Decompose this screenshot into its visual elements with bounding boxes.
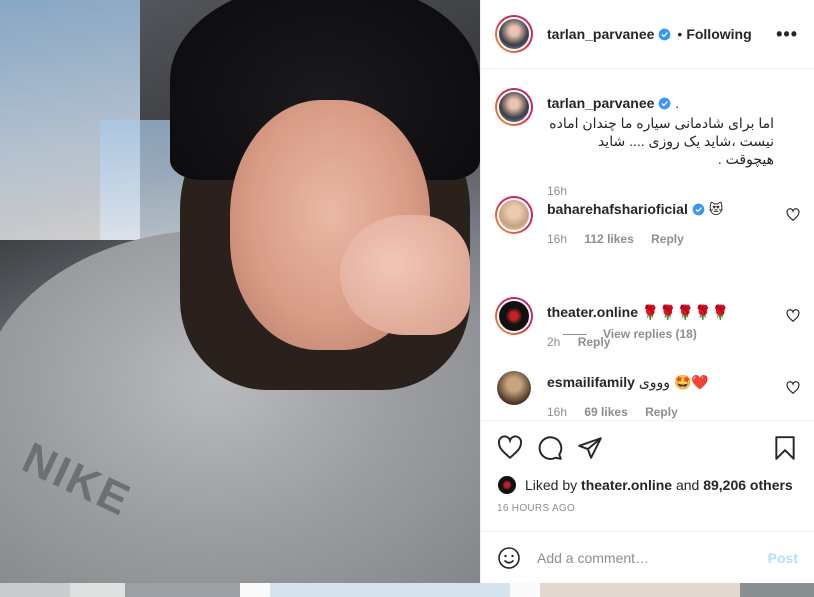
heart-icon[interactable] <box>497 435 523 461</box>
avatar[interactable] <box>495 196 533 234</box>
more-icon[interactable]: ••• <box>776 24 798 45</box>
add-comment-bar: Post <box>481 531 814 583</box>
verified-icon <box>692 203 705 216</box>
verified-icon <box>659 28 671 40</box>
comment-text: 😻 <box>708 201 724 217</box>
next-posts-strip <box>0 583 814 597</box>
post-sidebar: tarlan_parvanee • Following ••• tarlan_p… <box>480 0 814 583</box>
action-bar <box>481 421 814 475</box>
like-comment-heart-icon[interactable] <box>786 309 800 323</box>
reply-button[interactable]: Reply <box>651 232 684 246</box>
comment-username[interactable]: theater.online <box>547 304 638 320</box>
comment-username[interactable]: baharehafsharioficial <box>547 201 688 217</box>
comment-item: esmailifamily وووی 🤩❤️ 16h 69 likes Repl… <box>495 369 800 420</box>
comment-item: baharehafsharioficial 😻 16h 112 likes Re… <box>495 196 800 256</box>
comment-likes[interactable]: 112 likes <box>584 232 633 246</box>
post-header: tarlan_parvanee • Following ••• <box>481 0 814 69</box>
comment-item: theater.online 🌹🌹🌹🌹🌹 2h Reply <box>495 297 800 357</box>
verified-icon <box>659 97 671 110</box>
like-comment-heart-icon[interactable] <box>786 381 800 395</box>
caption-trailing: . <box>675 95 680 111</box>
avatar[interactable] <box>497 371 531 405</box>
separator-dot: • <box>677 26 683 42</box>
post-card: NIKE tarlan_parvanee • Following ••• tar… <box>0 0 814 583</box>
likes-summary: Liked by theater.online and 89,206 other… <box>481 475 814 495</box>
comments-list[interactable]: tarlan_parvanee . اما برای شادمانی سیاره… <box>481 69 814 421</box>
following-button[interactable]: Following <box>686 26 751 42</box>
post-photo[interactable]: NIKE <box>0 0 480 583</box>
comment-time[interactable]: 16h <box>547 232 567 246</box>
caption-text: اما برای شادمانی سیاره ما چندان اماده نی… <box>549 115 774 167</box>
likes-user[interactable]: theater.online <box>581 477 672 493</box>
likes-and: and <box>675 477 700 493</box>
comment-input[interactable] <box>537 549 768 566</box>
avatar[interactable] <box>497 475 517 495</box>
comment-icon[interactable] <box>537 435 563 461</box>
post-timestamp[interactable]: 16 HOURS AGO <box>481 495 814 519</box>
comment-text: وووی 🤩❤️ <box>638 374 709 390</box>
likes-others[interactable]: 89,206 others <box>703 477 793 493</box>
comment-time[interactable]: 16h <box>547 405 567 419</box>
bookmark-icon[interactable] <box>772 435 798 461</box>
likes-prefix: Liked by <box>525 477 578 493</box>
caption-username[interactable]: tarlan_parvanee <box>547 95 654 111</box>
reply-button[interactable]: Reply <box>578 335 611 349</box>
comment-time[interactable]: 2h <box>547 335 560 349</box>
avatar[interactable] <box>495 88 533 126</box>
avatar[interactable] <box>495 297 533 335</box>
share-icon[interactable] <box>577 435 603 461</box>
header-username[interactable]: tarlan_parvanee <box>547 26 654 42</box>
like-comment-heart-icon[interactable] <box>786 208 800 222</box>
post-button[interactable]: Post <box>768 550 798 566</box>
caption: tarlan_parvanee . اما برای شادمانی سیاره… <box>495 88 800 198</box>
emoji-icon[interactable] <box>497 546 521 570</box>
comment-likes[interactable]: 69 likes <box>584 405 627 419</box>
reply-button[interactable]: Reply <box>645 405 678 419</box>
comment-username[interactable]: esmailifamily <box>547 374 635 390</box>
avatar[interactable] <box>495 15 533 53</box>
comment-text: 🌹🌹🌹🌹🌹 <box>641 304 730 320</box>
